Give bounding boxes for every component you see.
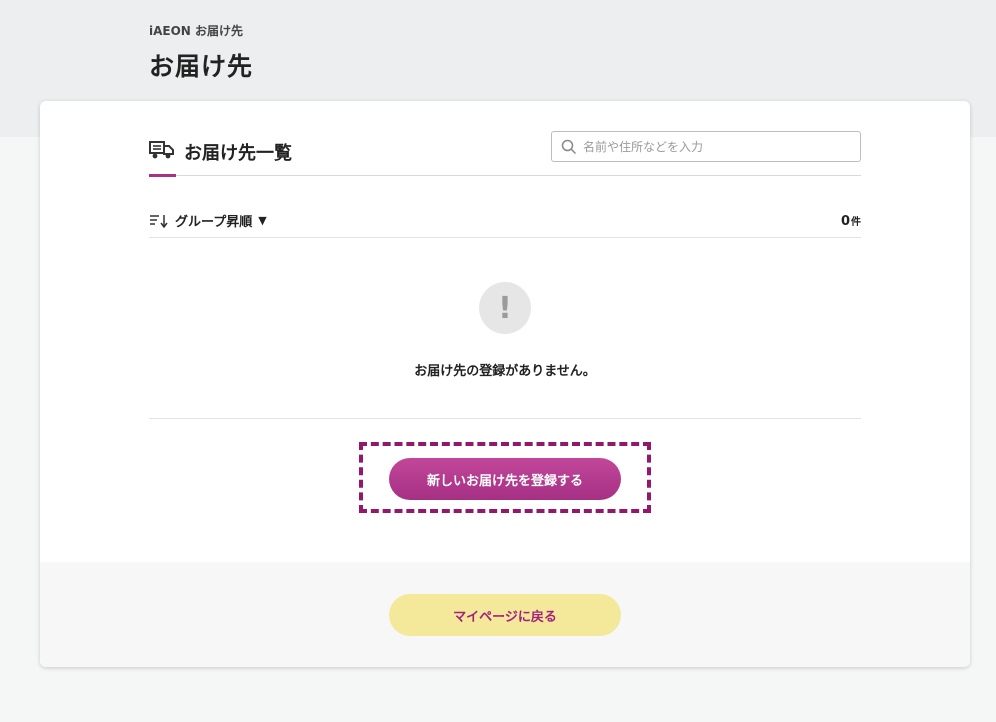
page-title: お届け先	[149, 52, 254, 81]
caret-down-icon: ▼	[258, 214, 267, 227]
sort-icon	[149, 214, 169, 228]
section-header: お届け先一覧	[149, 137, 292, 167]
count-unit: 件	[851, 216, 861, 228]
sort-dropdown[interactable]: グループ昇順 ▼	[149, 211, 267, 230]
exclamation-icon: !	[479, 282, 531, 334]
register-address-button[interactable]: 新しいお届け先を登録する	[389, 458, 621, 500]
delivery-truck-icon	[149, 140, 175, 164]
address-card: お届け先一覧 グループ昇順 ▼ 0件	[40, 101, 970, 667]
breadcrumb: iAEON お届け先	[149, 24, 244, 38]
list-divider-bottom	[149, 418, 861, 419]
empty-message: お届け先の登録がありません。	[414, 364, 596, 379]
search-icon	[561, 139, 577, 155]
section-title: お届け先一覧	[184, 143, 292, 164]
sort-row: グループ昇順 ▼ 0件	[149, 211, 861, 230]
sort-label: グループ昇順	[175, 215, 253, 230]
search-input[interactable]	[581, 138, 855, 155]
search-box[interactable]	[551, 131, 861, 162]
result-count: 0件	[841, 213, 861, 229]
back-to-mypage-button[interactable]: マイページに戻る	[389, 594, 621, 636]
section-accent-bar	[149, 174, 176, 177]
count-value: 0	[840, 213, 850, 229]
section-divider	[149, 175, 861, 176]
list-divider-top	[149, 237, 861, 238]
